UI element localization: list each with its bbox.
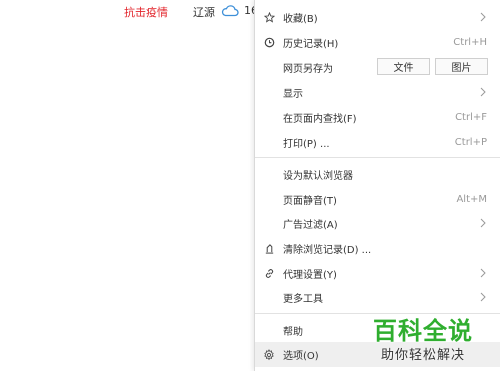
menu-item-mute[interactable]: 页面静音(T) Alt+M xyxy=(255,187,500,211)
menu-item-more-tools[interactable]: 更多工具 xyxy=(255,285,500,309)
shortcut-text: Ctrl+P xyxy=(454,136,487,148)
menu-item-label: 网页另存为 xyxy=(283,63,333,75)
eraser-icon xyxy=(263,242,275,254)
menu-item-label: 在页面内查找(F) xyxy=(283,113,357,125)
menu-item-clear-history[interactable]: 清除浏览记录(D) ... xyxy=(255,236,500,260)
star-icon xyxy=(263,11,275,23)
menu-item-label: 代理设置(Y) xyxy=(283,269,337,281)
menu-item-label: 清除浏览记录(D) ... xyxy=(283,244,372,256)
epidemic-link[interactable]: 抗击疫情 xyxy=(124,4,168,20)
menu-item-print[interactable]: 打印(P) ... Ctrl+P xyxy=(255,130,500,154)
menu-item-save-as: 网页另存为 文件 图片 xyxy=(255,55,500,79)
shortcut-text: Ctrl+H xyxy=(453,36,487,48)
menu-item-ad-filter[interactable]: 广告过滤(A) xyxy=(255,211,500,235)
chevron-right-icon xyxy=(479,291,487,303)
save-as-file-button[interactable]: 文件 xyxy=(377,58,430,75)
link-icon xyxy=(263,267,275,279)
shortcut-text: Alt+M xyxy=(456,193,487,205)
gear-icon xyxy=(263,348,275,361)
browser-page: 抗击疫情 辽源 16 收藏(B) 历史记录(H) Ctrl+H 网页另存为 文件… xyxy=(0,0,500,371)
menu-item-label: 收藏(B) xyxy=(283,13,318,25)
menu-item-favorites[interactable]: 收藏(B) xyxy=(255,5,500,29)
weather-city[interactable]: 辽源 xyxy=(193,4,215,20)
menu-item-display[interactable]: 显示 xyxy=(255,80,500,104)
watermark-title: 百科全说 xyxy=(373,317,473,345)
menu-item-proxy[interactable]: 代理设置(Y) xyxy=(255,261,500,285)
menu-item-label: 广告过滤(A) xyxy=(283,219,338,231)
menu-item-label: 打印(P) ... xyxy=(283,138,330,150)
watermark: 百科全说 助你轻松解决 xyxy=(365,310,500,364)
menu-item-label: 更多工具 xyxy=(283,293,323,305)
menu-item-default-browser[interactable]: 设为默认浏览器 xyxy=(255,162,500,186)
watermark-subtitle: 助你轻松解决 xyxy=(381,348,466,363)
menu-item-label: 帮助 xyxy=(283,326,303,338)
cloud-icon xyxy=(221,2,239,17)
clock-icon xyxy=(263,36,275,48)
chevron-right-icon xyxy=(479,267,487,279)
chevron-right-icon xyxy=(479,11,487,23)
chevron-right-icon xyxy=(479,217,487,229)
menu-item-label: 显示 xyxy=(283,88,303,100)
menu-item-label: 页面静音(T) xyxy=(283,195,337,207)
chevron-right-icon xyxy=(479,86,487,98)
menu-separator xyxy=(255,157,500,158)
menu-item-label: 历史记录(H) xyxy=(283,38,339,50)
save-as-image-button[interactable]: 图片 xyxy=(435,58,488,75)
shortcut-text: Ctrl+F xyxy=(455,111,487,123)
menu-item-label: 设为默认浏览器 xyxy=(283,170,353,182)
menu-item-history[interactable]: 历史记录(H) Ctrl+H xyxy=(255,30,500,54)
menu-item-find[interactable]: 在页面内查找(F) Ctrl+F xyxy=(255,105,500,129)
menu-item-label: 选项(O) xyxy=(283,351,319,362)
